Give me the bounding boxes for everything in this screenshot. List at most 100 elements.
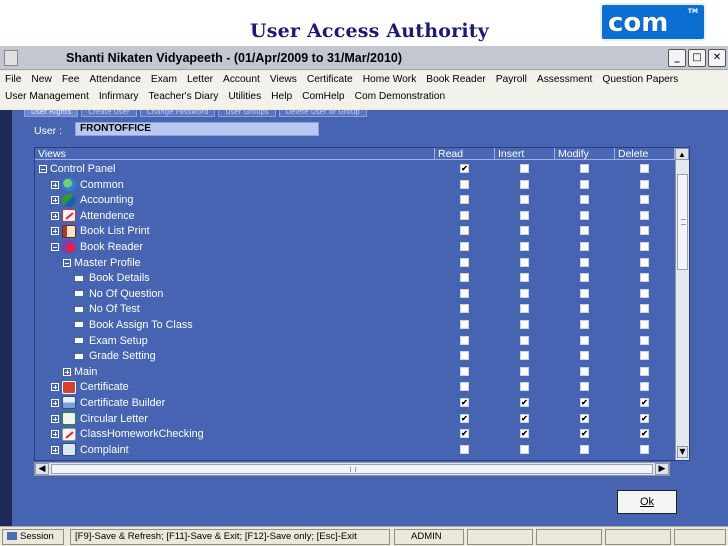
- menu-certificate[interactable]: Certificate: [302, 72, 358, 88]
- scroll-down-button[interactable]: ▼: [677, 446, 688, 458]
- insert-checkbox[interactable]: [520, 164, 529, 173]
- tab-delete-user-or-group[interactable]: Delete User or Group: [278, 110, 367, 117]
- menu-views[interactable]: Views: [265, 72, 302, 88]
- read-checkbox[interactable]: [460, 273, 469, 283]
- menu-account[interactable]: Account: [218, 72, 265, 88]
- expand-icon[interactable]: [51, 383, 59, 392]
- ok-button[interactable]: Ok: [617, 490, 677, 514]
- tab-user-rights[interactable]: User Rights: [24, 110, 79, 117]
- menu-utilities[interactable]: Utilities: [223, 89, 266, 105]
- delete-checkbox[interactable]: [640, 335, 649, 345]
- modify-checkbox[interactable]: [580, 210, 589, 220]
- menu-fee[interactable]: Fee: [57, 72, 85, 88]
- modify-checkbox[interactable]: [580, 179, 589, 189]
- insert-checkbox[interactable]: [520, 210, 529, 220]
- tree-row[interactable]: Book Reader: [35, 239, 675, 255]
- tab-user-groups[interactable]: User Groups: [218, 110, 276, 117]
- expand-icon[interactable]: [51, 398, 59, 407]
- modify-checkbox[interactable]: ✔: [580, 397, 589, 407]
- read-checkbox[interactable]: ✔: [460, 164, 469, 173]
- insert-checkbox[interactable]: [520, 382, 529, 392]
- tree-row[interactable]: Common: [35, 177, 675, 193]
- delete-checkbox[interactable]: [640, 351, 649, 361]
- scroll-left-button[interactable]: ◀: [35, 463, 49, 475]
- vertical-scrollbar[interactable]: ▼: [675, 160, 689, 460]
- collapse-icon[interactable]: [63, 258, 71, 267]
- tab-change-password[interactable]: Change Password: [139, 110, 216, 117]
- read-checkbox[interactable]: [460, 195, 469, 205]
- insert-checkbox[interactable]: [520, 257, 529, 267]
- close-button[interactable]: ✕: [708, 49, 726, 67]
- expand-icon[interactable]: [51, 196, 59, 205]
- insert-checkbox[interactable]: [520, 335, 529, 345]
- tab-create-user[interactable]: Create User: [81, 110, 137, 117]
- modify-checkbox[interactable]: [580, 195, 589, 205]
- insert-checkbox[interactable]: [520, 195, 529, 205]
- modify-checkbox[interactable]: [580, 257, 589, 267]
- column-header-delete[interactable]: Delete: [615, 148, 675, 160]
- delete-checkbox[interactable]: ✔: [640, 397, 649, 407]
- tree-row[interactable]: ClassHomeworkChecking ✔ ✔ ✔ ✔: [35, 426, 675, 442]
- menu-infirmary[interactable]: Infirmary: [94, 89, 144, 105]
- tree-row[interactable]: Attendence: [35, 208, 675, 224]
- insert-checkbox[interactable]: [520, 319, 529, 329]
- read-checkbox[interactable]: [460, 382, 469, 392]
- delete-checkbox[interactable]: ✔: [640, 429, 649, 439]
- column-header-insert[interactable]: Insert: [495, 148, 555, 160]
- read-checkbox[interactable]: [460, 226, 469, 236]
- tree-row[interactable]: Control Panel ✔: [35, 161, 675, 177]
- menu-letter[interactable]: Letter: [182, 72, 218, 88]
- tree-row[interactable]: No Of Test: [35, 301, 675, 317]
- menu-com-demonstration[interactable]: Com Demonstration: [350, 89, 451, 105]
- insert-checkbox[interactable]: ✔: [520, 429, 529, 439]
- tree-row[interactable]: Circular Letter ✔ ✔ ✔ ✔: [35, 411, 675, 427]
- read-checkbox[interactable]: [460, 335, 469, 345]
- read-checkbox[interactable]: [460, 210, 469, 220]
- menu-user-management[interactable]: User Management: [0, 89, 94, 105]
- modify-checkbox[interactable]: [580, 382, 589, 392]
- insert-checkbox[interactable]: [520, 273, 529, 283]
- menu-attendance[interactable]: Attendance: [84, 72, 146, 88]
- modify-checkbox[interactable]: [580, 351, 589, 361]
- modify-checkbox[interactable]: [580, 241, 589, 251]
- modify-checkbox[interactable]: [580, 335, 589, 345]
- delete-checkbox[interactable]: [640, 273, 649, 283]
- menu-teacher-s-diary[interactable]: Teacher's Diary: [143, 89, 223, 105]
- menu-new[interactable]: New: [26, 72, 56, 88]
- menu-book-reader[interactable]: Book Reader: [421, 72, 490, 88]
- insert-checkbox[interactable]: [520, 226, 529, 236]
- insert-checkbox[interactable]: ✔: [520, 413, 529, 423]
- menu-payroll[interactable]: Payroll: [491, 72, 532, 88]
- modify-checkbox[interactable]: [580, 273, 589, 283]
- expand-icon[interactable]: [51, 430, 59, 439]
- tree-row[interactable]: Book List Print: [35, 223, 675, 239]
- expand-icon[interactable]: [51, 414, 59, 423]
- read-checkbox[interactable]: [460, 257, 469, 267]
- delete-checkbox[interactable]: [640, 179, 649, 189]
- insert-checkbox[interactable]: [520, 304, 529, 314]
- expand-icon[interactable]: [51, 445, 59, 454]
- menu-comhelp[interactable]: ComHelp: [297, 89, 349, 105]
- tree-row[interactable]: Book Details: [35, 270, 675, 286]
- horizontal-scroll-thumb[interactable]: [51, 464, 653, 474]
- delete-checkbox[interactable]: [640, 304, 649, 314]
- minimize-button[interactable]: _: [668, 49, 686, 67]
- user-field[interactable]: FRONTOFFICE: [75, 122, 319, 136]
- tree-row[interactable]: Accounting: [35, 192, 675, 208]
- delete-checkbox[interactable]: [640, 241, 649, 251]
- insert-checkbox[interactable]: [520, 241, 529, 251]
- read-checkbox[interactable]: [460, 241, 469, 251]
- insert-checkbox[interactable]: [520, 288, 529, 298]
- modify-checkbox[interactable]: [580, 366, 589, 376]
- read-checkbox[interactable]: ✔: [460, 397, 469, 407]
- delete-checkbox[interactable]: [640, 257, 649, 267]
- read-checkbox[interactable]: [460, 179, 469, 189]
- insert-checkbox[interactable]: ✔: [520, 397, 529, 407]
- modify-checkbox[interactable]: [580, 226, 589, 236]
- delete-checkbox[interactable]: [640, 195, 649, 205]
- delete-checkbox[interactable]: [640, 226, 649, 236]
- expand-icon[interactable]: [51, 227, 59, 236]
- read-checkbox[interactable]: [460, 288, 469, 298]
- delete-checkbox[interactable]: [640, 288, 649, 298]
- tree-row[interactable]: Book Assign To Class: [35, 317, 675, 333]
